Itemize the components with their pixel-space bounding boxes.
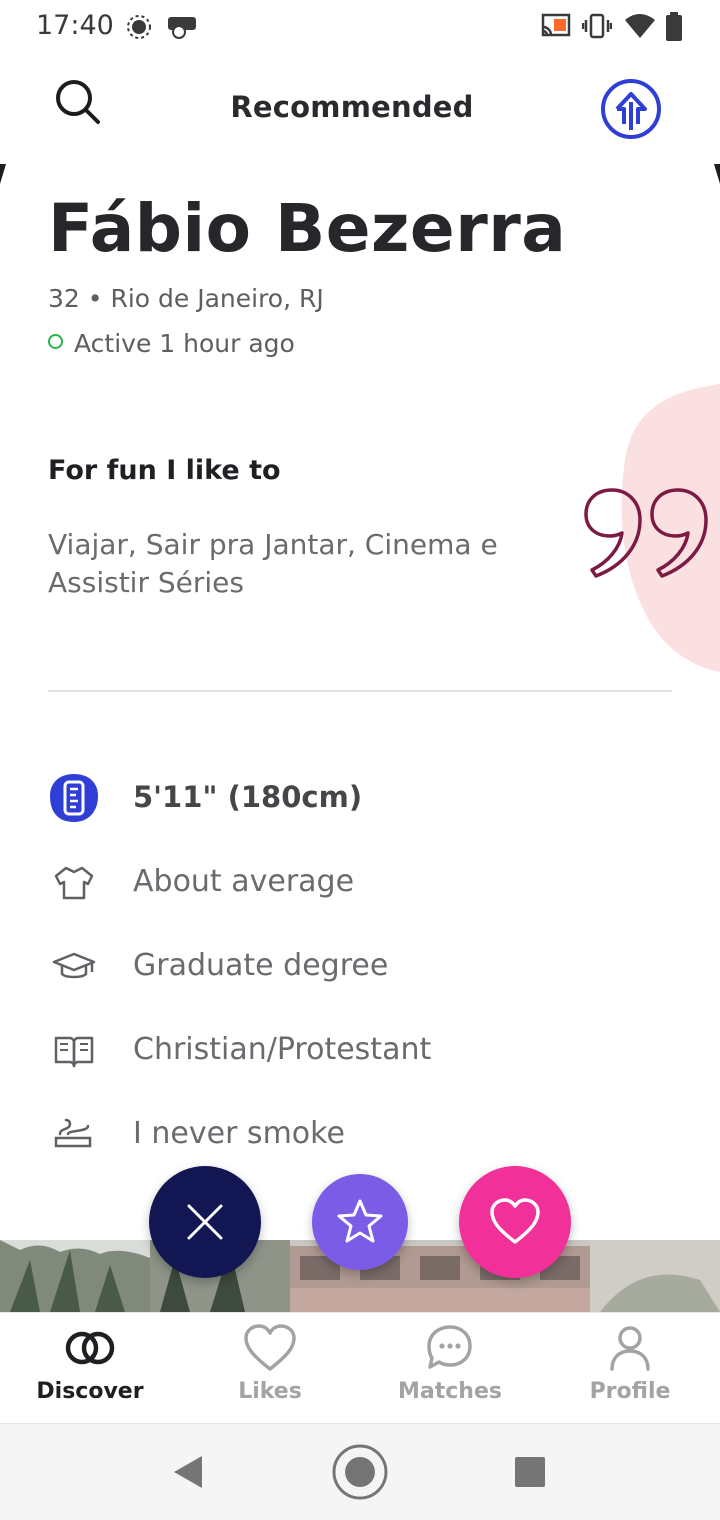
nav-profile-label: Profile (589, 1379, 671, 1404)
cast-icon (541, 13, 571, 37)
star-icon (337, 1199, 383, 1243)
boost-button[interactable] (598, 76, 664, 142)
vibrate-icon (582, 13, 612, 39)
card-corner-left (0, 164, 6, 184)
prompt-title: For fun I like to (48, 455, 281, 486)
like-button[interactable] (459, 1166, 571, 1278)
status-bar: 17:40 (0, 0, 720, 54)
discover-rings-icon (65, 1331, 115, 1365)
detail-height: 5'11" (180cm) (48, 772, 668, 832)
system-navigation-bar (0, 1424, 720, 1520)
nav-matches[interactable]: Matches (360, 1313, 540, 1425)
nav-likes-label: Likes (238, 1379, 302, 1404)
book-icon (54, 1036, 94, 1068)
heart-outline-icon (244, 1324, 296, 1371)
close-icon (187, 1204, 223, 1240)
battery-icon (666, 12, 682, 41)
detail-education-text: Graduate degree (133, 948, 389, 983)
graduation-cap-icon (52, 952, 96, 979)
card-corner-right (714, 164, 720, 184)
home-icon[interactable] (330, 1442, 390, 1502)
status-time: 17:40 (36, 10, 114, 41)
profile-name: Fábio Bezerra (48, 190, 567, 267)
nav-profile[interactable]: Profile (540, 1313, 720, 1425)
online-dot-icon (48, 334, 63, 349)
pass-button[interactable] (149, 1166, 261, 1278)
active-status-text: Active 1 hour ago (74, 329, 295, 358)
shirt-icon (54, 866, 94, 900)
person-icon (610, 1326, 650, 1371)
nav-matches-label: Matches (398, 1379, 502, 1404)
chat-icon (427, 1325, 472, 1369)
boost-icon (601, 79, 661, 139)
section-divider (48, 690, 672, 692)
heart-icon (490, 1198, 540, 1244)
wifi-icon (625, 14, 655, 38)
quote-icon (584, 488, 708, 578)
brightness-icon (127, 15, 151, 39)
recents-icon[interactable] (514, 1456, 546, 1488)
detail-religion: Christian/Protestant (48, 1024, 668, 1084)
super-like-button[interactable] (312, 1174, 408, 1270)
detail-smoking-text: I never smoke (133, 1116, 345, 1151)
chat-bubble-icon (168, 17, 196, 39)
nav-likes[interactable]: Likes (180, 1313, 360, 1425)
back-icon[interactable] (170, 1454, 206, 1490)
prompt-answer: Viajar, Sair pra Jantar, Cinema e Assist… (48, 528, 498, 599)
detail-body-type: About average (48, 856, 668, 916)
nav-discover[interactable]: Discover (0, 1313, 180, 1425)
nav-discover-label: Discover (36, 1379, 144, 1404)
detail-height-text: 5'11" (180cm) (133, 780, 363, 814)
detail-religion-text: Christian/Protestant (133, 1032, 432, 1067)
detail-body-type-text: About average (133, 864, 355, 899)
ruler-icon (50, 774, 98, 822)
bottom-navigation: Discover Likes Matches Profile (0, 1312, 720, 1424)
smoke-icon (54, 1118, 92, 1148)
top-header: Recommended (0, 54, 720, 164)
profile-age-location: 32 • Rio de Janeiro, RJ (48, 284, 324, 313)
detail-smoking: I never smoke (48, 1108, 668, 1168)
detail-education: Graduate degree (48, 940, 668, 1000)
